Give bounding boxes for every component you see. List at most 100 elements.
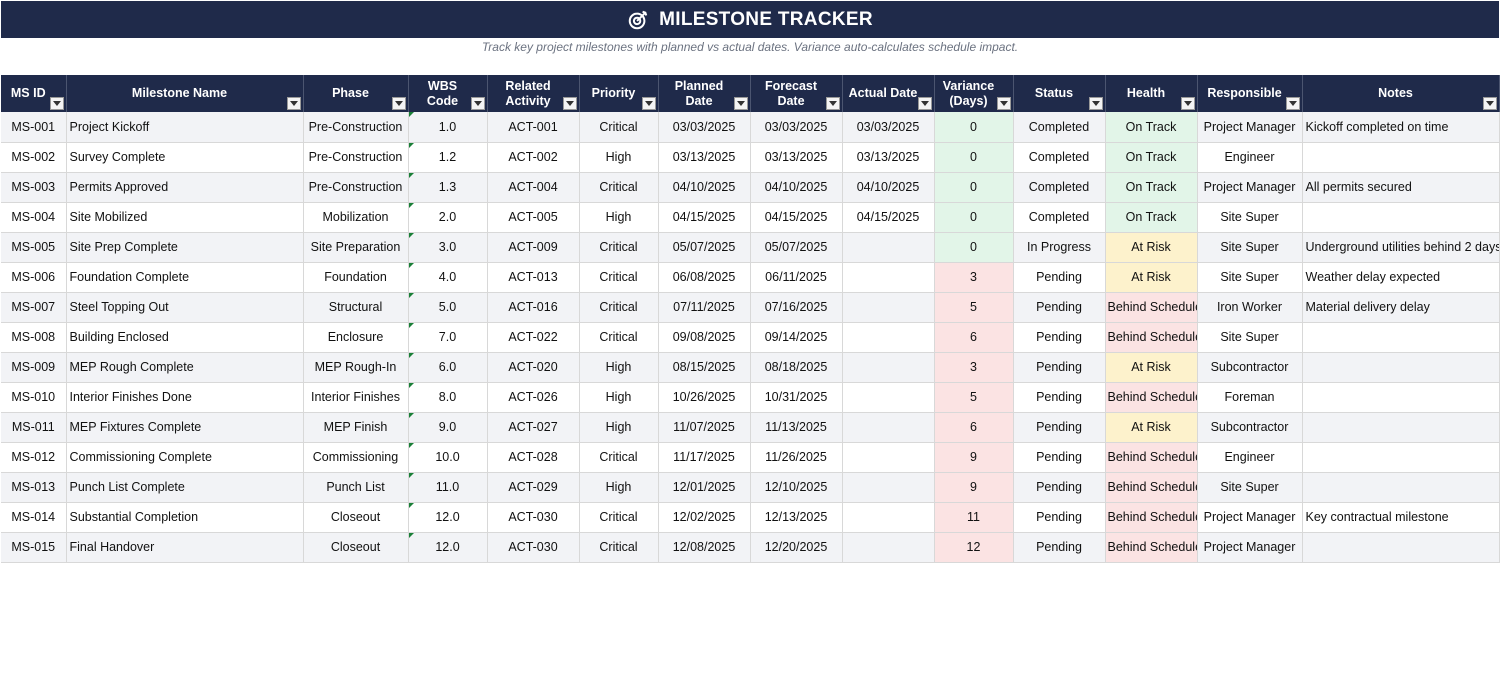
milestone-name-cell[interactable]: Foundation Complete — [66, 262, 304, 293]
wbs-code-cell[interactable]: 12.0 — [408, 532, 488, 563]
notes-cell[interactable] — [1302, 442, 1500, 473]
filter-dropdown-icon[interactable] — [733, 97, 748, 110]
milestone-name-cell[interactable]: Substantial Completion — [66, 502, 304, 533]
priority-cell[interactable]: Critical — [579, 262, 659, 293]
filter-dropdown-icon[interactable] — [286, 97, 301, 110]
milestone-name-cell[interactable]: Survey Complete — [66, 142, 304, 173]
wbs-code-cell[interactable]: 12.0 — [408, 502, 488, 533]
variance-cell[interactable]: 0 — [934, 142, 1014, 173]
filter-dropdown-icon[interactable] — [562, 97, 577, 110]
status-cell[interactable]: Pending — [1013, 502, 1106, 533]
milestone-name-cell[interactable]: MEP Fixtures Complete — [66, 412, 304, 443]
actual-date-cell[interactable] — [842, 532, 935, 563]
column-header[interactable]: Forecast Date — [750, 75, 843, 112]
responsible-cell[interactable]: Foreman — [1197, 382, 1303, 413]
health-cell[interactable]: At Risk — [1105, 412, 1198, 443]
variance-cell[interactable]: 5 — [934, 292, 1014, 323]
planned-date-cell[interactable]: 07/11/2025 — [658, 292, 751, 323]
forecast-date-cell[interactable]: 04/15/2025 — [750, 202, 843, 233]
filter-dropdown-icon[interactable] — [641, 97, 656, 110]
priority-cell[interactable]: High — [579, 202, 659, 233]
health-cell[interactable]: At Risk — [1105, 262, 1198, 293]
ms-id-cell[interactable]: MS-009 — [1, 352, 67, 383]
notes-cell[interactable] — [1302, 472, 1500, 503]
responsible-cell[interactable]: Site Super — [1197, 472, 1303, 503]
planned-date-cell[interactable]: 03/13/2025 — [658, 142, 751, 173]
status-cell[interactable]: Pending — [1013, 382, 1106, 413]
notes-cell[interactable] — [1302, 322, 1500, 353]
wbs-code-cell[interactable]: 8.0 — [408, 382, 488, 413]
actual-date-cell[interactable] — [842, 442, 935, 473]
actual-date-cell[interactable] — [842, 232, 935, 263]
responsible-cell[interactable]: Engineer — [1197, 142, 1303, 173]
wbs-code-cell[interactable]: 1.0 — [408, 112, 488, 143]
variance-cell[interactable]: 3 — [934, 352, 1014, 383]
forecast-date-cell[interactable]: 10/31/2025 — [750, 382, 843, 413]
forecast-date-cell[interactable]: 06/11/2025 — [750, 262, 843, 293]
actual-date-cell[interactable]: 04/15/2025 — [842, 202, 935, 233]
related-activity-cell[interactable]: ACT-027 — [487, 412, 580, 443]
filter-dropdown-icon[interactable] — [996, 97, 1011, 110]
priority-cell[interactable]: Critical — [579, 292, 659, 323]
planned-date-cell[interactable]: 04/15/2025 — [658, 202, 751, 233]
planned-date-cell[interactable]: 03/03/2025 — [658, 112, 751, 143]
priority-cell[interactable]: Critical — [579, 232, 659, 263]
related-activity-cell[interactable]: ACT-022 — [487, 322, 580, 353]
variance-cell[interactable]: 9 — [934, 442, 1014, 473]
column-header[interactable]: Status — [1013, 75, 1106, 112]
phase-cell[interactable]: Foundation — [303, 262, 409, 293]
wbs-code-cell[interactable]: 6.0 — [408, 352, 488, 383]
planned-date-cell[interactable]: 11/17/2025 — [658, 442, 751, 473]
filter-dropdown-icon[interactable] — [917, 97, 932, 110]
ms-id-cell[interactable]: MS-005 — [1, 232, 67, 263]
notes-cell[interactable] — [1302, 142, 1500, 173]
status-cell[interactable]: Pending — [1013, 442, 1106, 473]
forecast-date-cell[interactable]: 12/20/2025 — [750, 532, 843, 563]
filter-dropdown-icon[interactable] — [49, 97, 64, 110]
forecast-date-cell[interactable]: 09/14/2025 — [750, 322, 843, 353]
health-cell[interactable]: Behind Schedule — [1105, 322, 1198, 353]
responsible-cell[interactable]: Site Super — [1197, 232, 1303, 263]
milestone-name-cell[interactable]: Project Kickoff — [66, 112, 304, 143]
notes-cell[interactable]: Key contractual milestone — [1302, 502, 1500, 533]
notes-cell[interactable]: Kickoff completed on time — [1302, 112, 1500, 143]
column-header[interactable]: Actual Date — [842, 75, 935, 112]
filter-dropdown-icon[interactable] — [825, 97, 840, 110]
responsible-cell[interactable]: Project Manager — [1197, 172, 1303, 203]
notes-cell[interactable] — [1302, 412, 1500, 443]
status-cell[interactable]: Pending — [1013, 322, 1106, 353]
wbs-code-cell[interactable]: 10.0 — [408, 442, 488, 473]
health-cell[interactable]: Behind Schedule — [1105, 442, 1198, 473]
actual-date-cell[interactable] — [842, 352, 935, 383]
milestone-name-cell[interactable]: MEP Rough Complete — [66, 352, 304, 383]
actual-date-cell[interactable]: 04/10/2025 — [842, 172, 935, 203]
phase-cell[interactable]: Punch List — [303, 472, 409, 503]
wbs-code-cell[interactable]: 11.0 — [408, 472, 488, 503]
priority-cell[interactable]: Critical — [579, 532, 659, 563]
planned-date-cell[interactable]: 08/15/2025 — [658, 352, 751, 383]
milestone-name-cell[interactable]: Final Handover — [66, 532, 304, 563]
wbs-code-cell[interactable]: 9.0 — [408, 412, 488, 443]
notes-cell[interactable]: All permits secured — [1302, 172, 1500, 203]
filter-dropdown-icon[interactable] — [1088, 97, 1103, 110]
status-cell[interactable]: Pending — [1013, 472, 1106, 503]
actual-date-cell[interactable] — [842, 502, 935, 533]
phase-cell[interactable]: Pre-Construction — [303, 172, 409, 203]
priority-cell[interactable]: High — [579, 472, 659, 503]
wbs-code-cell[interactable]: 7.0 — [408, 322, 488, 353]
planned-date-cell[interactable]: 12/08/2025 — [658, 532, 751, 563]
phase-cell[interactable]: Pre-Construction — [303, 142, 409, 173]
health-cell[interactable]: Behind Schedule — [1105, 472, 1198, 503]
phase-cell[interactable]: MEP Finish — [303, 412, 409, 443]
column-header[interactable]: Planned Date — [658, 75, 751, 112]
notes-cell[interactable]: Weather delay expected — [1302, 262, 1500, 293]
variance-cell[interactable]: 12 — [934, 532, 1014, 563]
phase-cell[interactable]: MEP Rough-In — [303, 352, 409, 383]
responsible-cell[interactable]: Site Super — [1197, 322, 1303, 353]
health-cell[interactable]: Behind Schedule — [1105, 382, 1198, 413]
forecast-date-cell[interactable]: 12/13/2025 — [750, 502, 843, 533]
column-header[interactable]: Milestone Name — [66, 75, 304, 112]
responsible-cell[interactable]: Subcontractor — [1197, 352, 1303, 383]
priority-cell[interactable]: High — [579, 142, 659, 173]
related-activity-cell[interactable]: ACT-020 — [487, 352, 580, 383]
